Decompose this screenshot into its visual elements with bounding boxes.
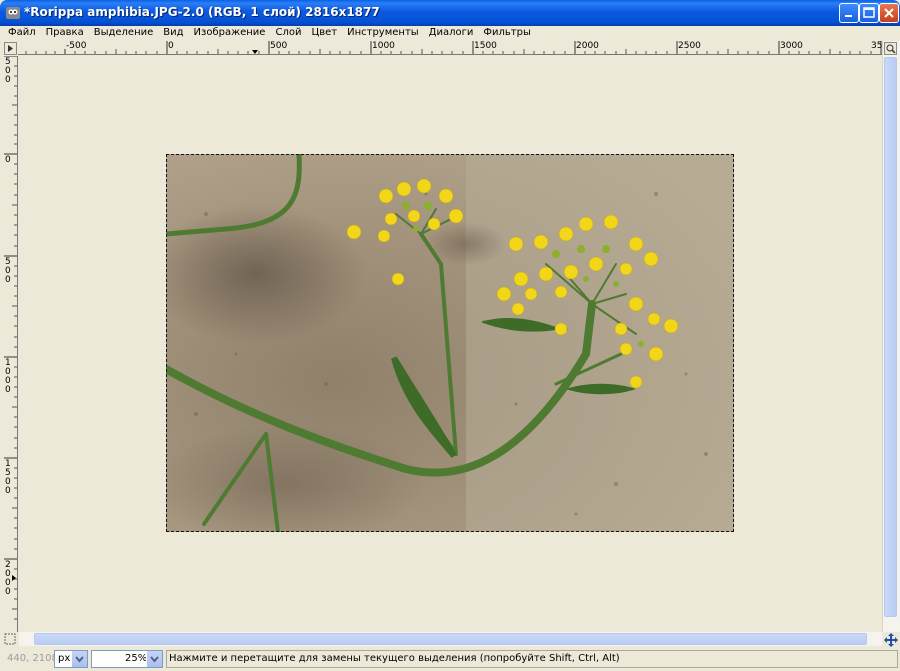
zoom-select[interactable]: 25% bbox=[91, 650, 163, 668]
zoom-value: 25% bbox=[125, 653, 148, 664]
hruler-label: 35 bbox=[871, 41, 882, 51]
hruler-label: 3000 bbox=[780, 41, 803, 51]
chevron-down-icon bbox=[150, 656, 159, 663]
unit-dropdown-arrow[interactable] bbox=[71, 651, 87, 667]
horizontal-scroll-thumb[interactable] bbox=[34, 633, 867, 645]
vertical-ruler: 500 0 500 1000 1500 2000 bbox=[4, 56, 18, 632]
status-message: Нажмите и перетащите для замены текущего… bbox=[166, 650, 898, 668]
menu-tools[interactable]: Инструменты bbox=[342, 26, 424, 40]
close-button[interactable] bbox=[879, 3, 899, 23]
unit-value: px bbox=[58, 653, 71, 664]
hruler-label: 1500 bbox=[474, 41, 497, 51]
status-bar: 440, 2108 px 25% Нажмите и перетащите дл… bbox=[0, 648, 900, 671]
menu-arrow-icon bbox=[8, 45, 13, 52]
quick-mask-toggle-icon[interactable] bbox=[4, 633, 16, 645]
menu-image[interactable]: Изображение bbox=[189, 26, 271, 40]
unit-select[interactable]: px bbox=[54, 650, 88, 668]
menu-select[interactable]: Выделение bbox=[89, 26, 159, 40]
vertical-ruler-ticks bbox=[4, 56, 17, 620]
hruler-label: 2500 bbox=[678, 41, 701, 51]
title-bar: *Rorippa amphibia.JPG-2.0 (RGB, 1 слой) … bbox=[0, 0, 900, 26]
vruler-label: 500 bbox=[5, 257, 11, 285]
minimize-icon bbox=[845, 15, 852, 17]
image-canvas[interactable] bbox=[19, 56, 882, 632]
vruler-label: 1000 bbox=[5, 358, 11, 395]
menu-dialogs[interactable]: Диалоги bbox=[424, 26, 479, 40]
vertical-scroll-thumb[interactable] bbox=[884, 57, 897, 617]
image-menu-button[interactable] bbox=[4, 42, 17, 55]
pointer-position-marker bbox=[12, 575, 16, 581]
minimize-button[interactable] bbox=[839, 3, 859, 23]
pointer-position-marker bbox=[252, 50, 258, 54]
vruler-label: 1500 bbox=[5, 459, 11, 496]
zoom-dropdown-arrow[interactable] bbox=[146, 651, 162, 667]
hruler-label: -500 bbox=[66, 41, 87, 51]
hruler-label: 1000 bbox=[372, 41, 395, 51]
vruler-label: 0 bbox=[5, 155, 11, 165]
hruler-label: 0 bbox=[168, 41, 174, 51]
gimp-app-icon bbox=[6, 7, 20, 19]
menu-filters[interactable]: Фильтры bbox=[478, 26, 535, 40]
menu-file[interactable]: Файл bbox=[3, 26, 41, 40]
vruler-label: 2000 bbox=[5, 560, 11, 597]
selection-marquee[interactable] bbox=[166, 154, 734, 532]
menu-edit[interactable]: Правка bbox=[41, 26, 89, 40]
chevron-down-icon bbox=[75, 656, 84, 663]
maximize-icon bbox=[863, 7, 875, 18]
pointer-coordinates: 440, 2108 bbox=[7, 653, 58, 664]
menu-colors[interactable]: Цвет bbox=[306, 26, 342, 40]
window-title: *Rorippa amphibia.JPG-2.0 (RGB, 1 слой) … bbox=[24, 5, 380, 19]
maximize-button[interactable] bbox=[859, 3, 879, 23]
magnifier-icon bbox=[886, 44, 896, 54]
horizontal-ruler: -500 0 500 1000 1500 2000 2500 3000 35 bbox=[18, 41, 882, 55]
close-icon bbox=[884, 8, 894, 18]
menu-view[interactable]: Вид bbox=[158, 26, 188, 40]
menu-bar: Файл Правка Выделение Вид Изображение Сл… bbox=[3, 26, 897, 40]
horizontal-ruler-ticks bbox=[25, 41, 882, 54]
hruler-label: 2000 bbox=[576, 41, 599, 51]
menu-layer[interactable]: Слой bbox=[270, 26, 306, 40]
hruler-label: 500 bbox=[270, 41, 288, 51]
vruler-label: 500 bbox=[5, 57, 11, 85]
zoom-navigate-button[interactable] bbox=[884, 42, 897, 55]
navigate-move-icon[interactable] bbox=[884, 633, 898, 647]
